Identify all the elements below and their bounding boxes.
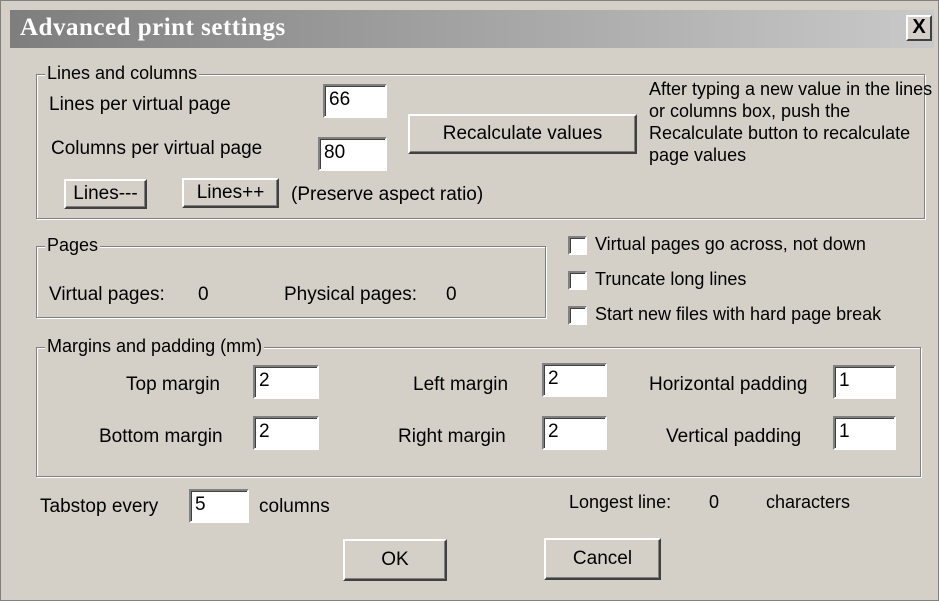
tabstop-suffix: columns [259, 496, 330, 517]
longest-line-label: Longest line: [569, 492, 672, 512]
bottom-margin-input[interactable]: 2 [253, 416, 319, 450]
columns-per-page-label: Columns per virtual page [51, 138, 263, 159]
pages-legend: Pages [45, 235, 101, 256]
right-margin-label: Right margin [398, 426, 506, 447]
virtual-pages-across-label[interactable]: Virtual pages go across, not down [595, 234, 866, 255]
top-margin-label: Top margin [126, 374, 220, 395]
bottom-margin-label: Bottom margin [99, 426, 223, 447]
close-icon[interactable]: X [906, 15, 932, 41]
longest-line-value: 0 [709, 492, 720, 512]
cancel-button[interactable]: Cancel [544, 538, 661, 580]
advanced-print-settings-dialog: Advanced print settings X Lines and colu… [0, 0, 939, 601]
tabstop-input[interactable]: 5 [189, 489, 249, 523]
lines-plus-button[interactable]: Lines++ [182, 178, 279, 208]
tabstop-label: Tabstop every [40, 496, 159, 517]
top-margin-input[interactable]: 2 [253, 365, 319, 399]
preserve-aspect-ratio-note: (Preserve aspect ratio) [291, 184, 484, 205]
pages-group: Pages [36, 235, 546, 318]
virtual-pages-label: Virtual pages: [49, 284, 165, 305]
virtual-pages-value: 0 [198, 284, 209, 305]
virtual-pages-across-checkbox[interactable] [568, 236, 587, 255]
margins-and-padding-group: Margins and padding (mm) [36, 336, 921, 477]
ok-button[interactable]: OK [343, 539, 447, 581]
recalculate-help-text: After typing a new value in the lines or… [649, 79, 933, 165]
physical-pages-label: Physical pages: [284, 284, 418, 305]
vertical-padding-label: Vertical padding [666, 426, 802, 447]
columns-per-page-input[interactable]: 80 [318, 137, 387, 171]
recalculate-values-button[interactable]: Recalculate values [408, 114, 637, 154]
hard-page-break-label[interactable]: Start new files with hard page break [595, 304, 881, 325]
lines-minus-button[interactable]: Lines--- [64, 179, 147, 209]
hard-page-break-checkbox[interactable] [568, 306, 587, 325]
vertical-padding-input[interactable]: 1 [833, 416, 896, 450]
horizontal-padding-input[interactable]: 1 [833, 365, 896, 399]
horizontal-padding-label: Horizontal padding [649, 374, 808, 395]
right-margin-input[interactable]: 2 [542, 416, 607, 450]
margins-and-padding-legend: Margins and padding (mm) [45, 336, 265, 357]
truncate-long-lines-label[interactable]: Truncate long lines [595, 269, 746, 290]
lines-per-page-input[interactable]: 66 [323, 84, 387, 118]
lines-per-page-label: Lines per virtual page [49, 94, 231, 115]
truncate-long-lines-checkbox[interactable] [568, 271, 587, 290]
title-bar[interactable]: Advanced print settings X [10, 10, 934, 48]
left-margin-label: Left margin [413, 374, 509, 395]
left-margin-input[interactable]: 2 [542, 363, 607, 397]
longest-line-suffix: characters [766, 492, 851, 512]
physical-pages-value: 0 [446, 284, 457, 305]
lines-and-columns-legend: Lines and columns [45, 63, 200, 84]
window-title: Advanced print settings [20, 14, 286, 41]
